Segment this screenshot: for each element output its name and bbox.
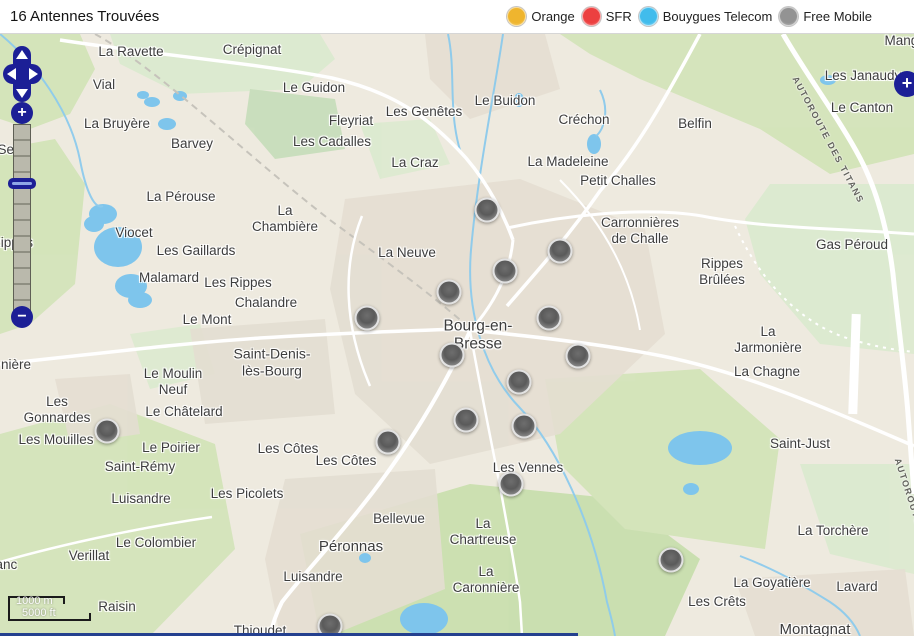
antenna-marker[interactable] [376,430,401,455]
antenna-marker[interactable] [659,548,684,573]
pan-up-button[interactable] [15,48,29,62]
antenna-marker[interactable] [548,239,573,264]
antenna-marker[interactable] [512,414,537,439]
arrow-up-icon [16,50,28,59]
operator-legend: Orange SFR Bouygues Telecom Free Mobile [507,0,872,33]
operator-dot-icon [582,7,601,26]
operator-dot-icon [779,7,798,26]
arrow-right-icon [29,68,38,80]
antenna-marker[interactable] [499,472,524,497]
map-terrain [0,34,914,636]
zoom-slider-handle[interactable] [8,178,36,189]
antenna-marker[interactable] [537,306,562,331]
antenna-marker[interactable] [566,344,591,369]
map-viewport[interactable]: + − + 1000 m 5000 ft La RavetteCrépignat… [0,34,914,636]
antenna-marker[interactable] [493,259,518,284]
results-header: 16 Antennes Trouvées Orange SFR Bouygues T… [0,0,914,34]
results-count-title: 16 Antennes Trouvées [10,0,159,33]
antenna-marker[interactable] [475,198,500,223]
antenna-marker[interactable] [440,343,465,368]
legend-label: Bouygues Telecom [663,9,773,24]
antenna-marker[interactable] [507,370,532,395]
pan-control [0,44,46,110]
legend-item-free-mobile[interactable]: Free Mobile [779,7,872,26]
antenna-map-app: + − + 1000 m 5000 ft La RavetteCrépignat… [0,0,914,636]
antenna-marker[interactable] [454,408,479,433]
zoom-track[interactable] [13,124,31,312]
pan-left-button[interactable] [5,67,19,81]
arrow-down-icon [16,89,28,98]
legend-item-orange[interactable]: Orange [507,7,574,26]
legend-label: Free Mobile [803,9,872,24]
legend-label: SFR [606,9,632,24]
legend-label: Orange [531,9,574,24]
pan-right-button[interactable] [26,67,40,81]
slider-grip-icon [12,182,32,185]
operator-dot-icon [507,7,526,26]
antenna-marker[interactable] [437,280,462,305]
arrow-left-icon [7,68,16,80]
antenna-marker[interactable] [355,306,380,331]
zoom-out-button[interactable]: − [11,306,33,328]
legend-item-bouygues-telecom[interactable]: Bouygues Telecom [639,7,773,26]
pan-down-button[interactable] [15,86,29,100]
antenna-marker[interactable] [95,419,120,444]
layer-switcher-button[interactable]: + [894,71,914,97]
legend-item-sfr[interactable]: SFR [582,7,632,26]
operator-dot-icon [639,7,658,26]
zoom-in-button[interactable]: + [11,102,33,124]
